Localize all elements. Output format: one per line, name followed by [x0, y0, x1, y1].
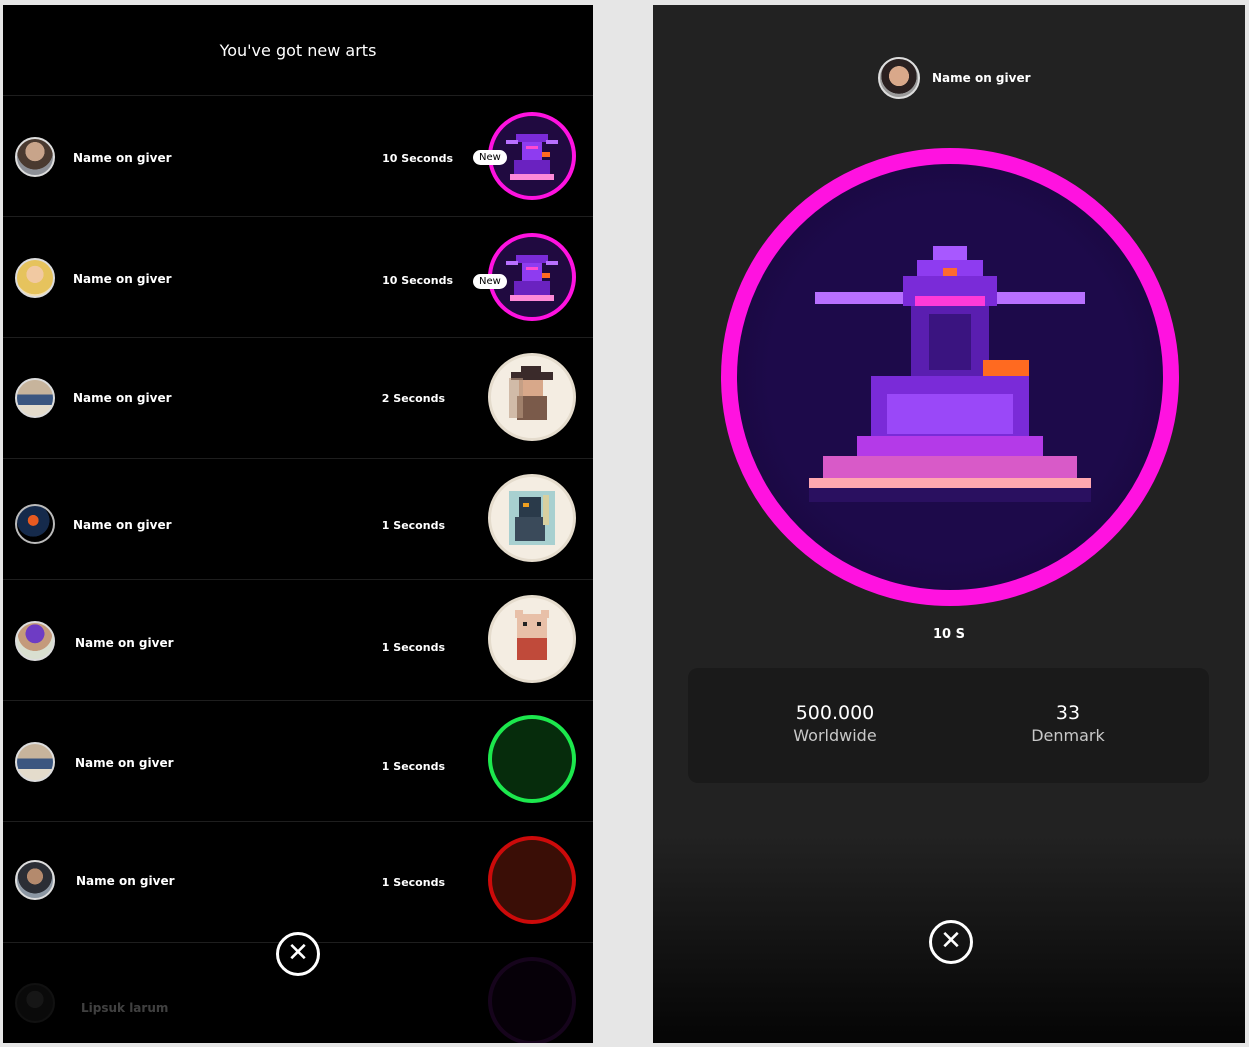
giver-name: Name on giver [73, 272, 172, 286]
stats-panel: 500.000 Worldwide 33 Denmark [688, 668, 1209, 783]
art-thumbnail[interactable] [488, 353, 576, 441]
list-item[interactable]: Name on giver 1 Seconds [3, 822, 593, 943]
country-label: Denmark [1031, 726, 1105, 745]
giver-header[interactable]: Name on giver [878, 57, 1031, 99]
giver-name: Name on giver [73, 151, 172, 165]
pixel-cat-icon [515, 610, 549, 660]
pixel-robot-icon [809, 246, 1091, 502]
avatar [878, 57, 920, 99]
worldwide-stat: 500.000 Worldwide [735, 702, 935, 745]
giver-name: Name on giver [73, 391, 172, 405]
time-label: 1 Seconds [381, 876, 445, 889]
avatar [15, 137, 55, 177]
worldwide-label: Worldwide [793, 726, 877, 745]
giver-name: Name on giver [75, 636, 174, 650]
close-button[interactable]: ✕ [929, 920, 973, 964]
list-item[interactable]: Name on giver 1 Seconds [3, 701, 593, 822]
avatar [15, 860, 55, 900]
new-badge: New [473, 274, 507, 289]
list-item[interactable]: Name on giver 10 Seconds New [3, 96, 593, 217]
avatar [15, 621, 55, 661]
list-item[interactable]: Name on giver 1 Seconds [3, 459, 593, 580]
giver-name: Name on giver [75, 756, 174, 770]
duration-label: 10 S [933, 627, 965, 642]
avatar [15, 742, 55, 782]
art-thumbnail-red[interactable] [488, 836, 576, 924]
giver-name: Lipsuk larum [81, 1001, 169, 1015]
worldwide-value: 500.000 [795, 702, 875, 724]
list-item[interactable]: Name on giver 2 Seconds [3, 338, 593, 459]
art-preview[interactable] [721, 148, 1179, 606]
close-button[interactable]: ✕ [276, 932, 320, 976]
avatar [15, 504, 55, 544]
list-title: You've got new arts [3, 5, 593, 96]
time-label: 1 Seconds [381, 641, 445, 654]
close-circle-icon: ✕ [287, 938, 309, 968]
avatar [15, 258, 55, 298]
country-value: 33 [1055, 702, 1081, 724]
time-label: 1 Seconds [381, 519, 445, 532]
country-stat: 33 Denmark [968, 702, 1168, 745]
time-label: 10 Seconds [382, 274, 453, 287]
list-item[interactable]: Name on giver 1 Seconds [3, 580, 593, 701]
giver-name: Name on giver [73, 518, 172, 532]
art-thumbnail[interactable] [488, 595, 576, 683]
giver-name: Name on giver [76, 874, 175, 888]
new-badge: New [473, 150, 507, 165]
pixel-witch-icon [509, 366, 553, 420]
time-label: 10 Seconds [382, 152, 453, 165]
giver-name: Name on giver [932, 71, 1031, 85]
pixel-knight-icon [509, 491, 555, 545]
list-item[interactable]: Name on giver 10 Seconds New [3, 217, 593, 338]
avatar [15, 378, 55, 418]
time-label: 1 Seconds [381, 760, 445, 773]
art-thumbnail-green[interactable] [488, 715, 576, 803]
arts-list-screen: You've got new arts Name on giver 10 Sec… [3, 5, 593, 1043]
art-thumbnail-purple[interactable] [488, 957, 576, 1043]
close-circle-icon: ✕ [940, 926, 962, 956]
avatar [15, 983, 55, 1023]
art-detail-screen: Name on giver 10 S 500.000 Worldwide 33 … [653, 5, 1245, 1043]
time-label: 2 Seconds [381, 392, 445, 405]
art-thumbnail[interactable] [488, 474, 576, 562]
